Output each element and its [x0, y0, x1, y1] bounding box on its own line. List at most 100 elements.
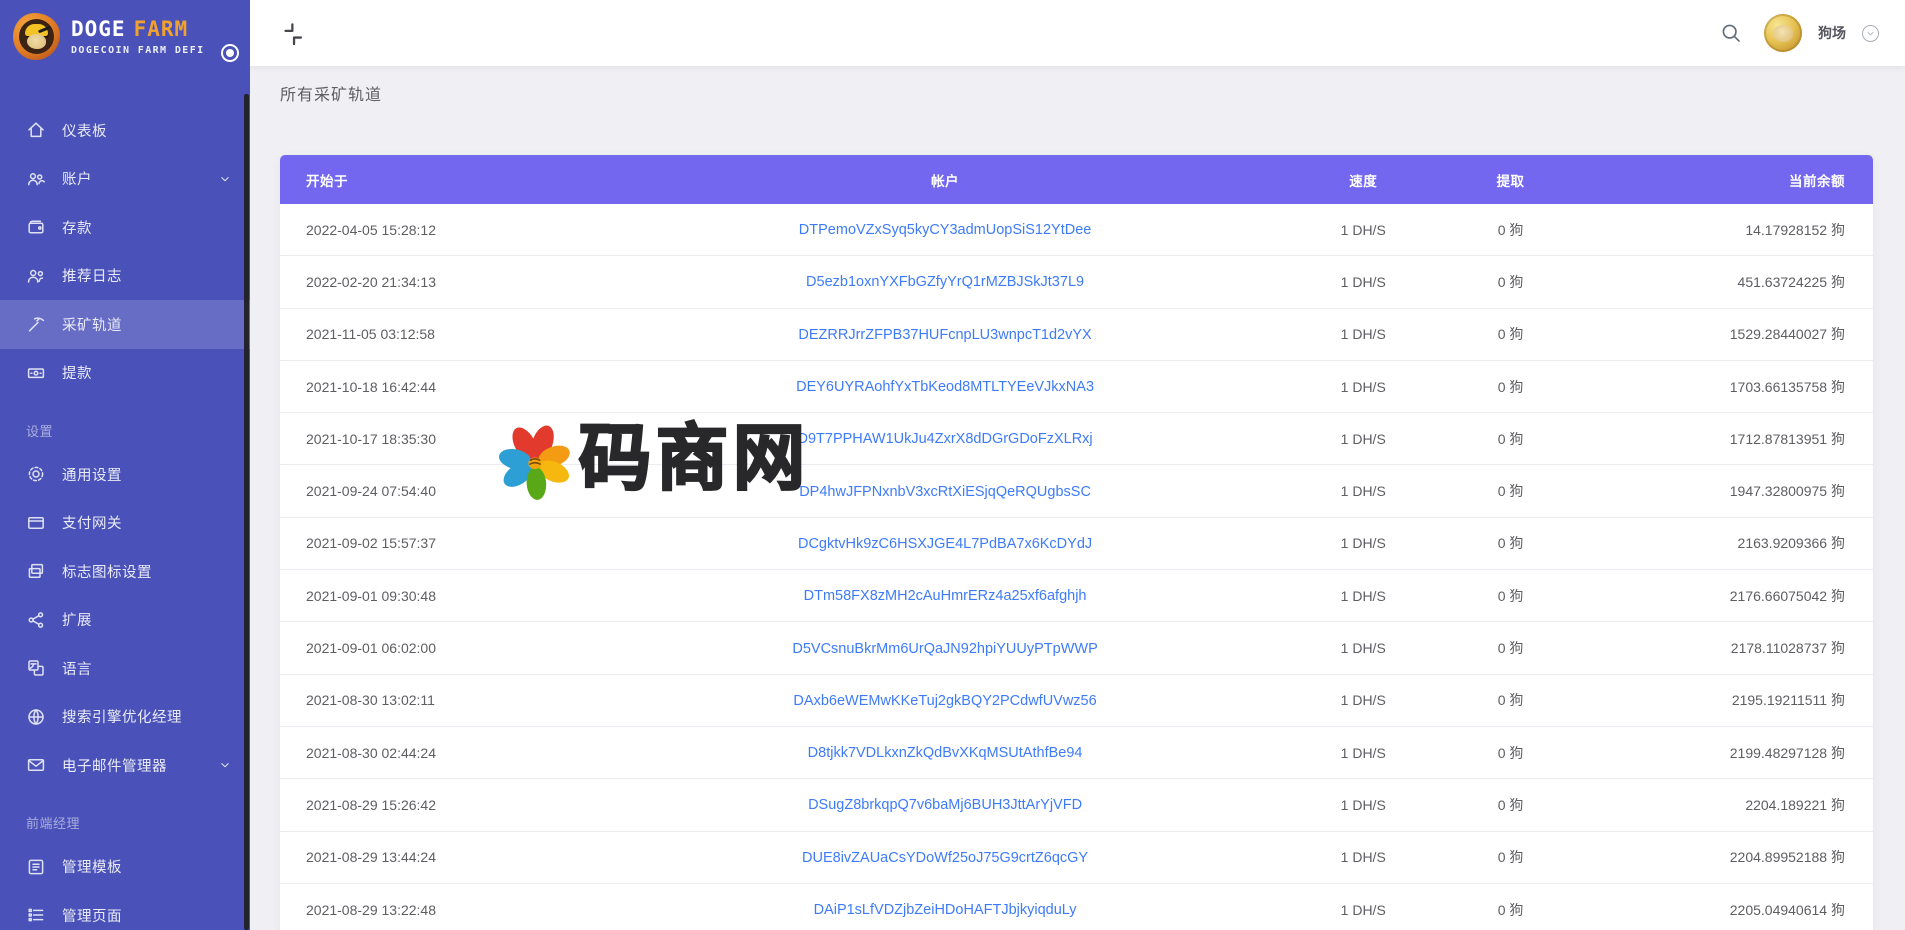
mining-tracks-table: 开始于帐户速度提取当前余额 2022-04-05 15:28:12DTPemoV… — [280, 155, 1873, 930]
account-link[interactable]: DAxb6eWEMwKKeTuj2gkBQY2PCdwfUVwz56 — [793, 693, 1096, 709]
sidebar-scrollbar[interactable] — [244, 94, 249, 930]
sidebar-item-email-manager[interactable]: 电子邮件管理器 — [0, 741, 250, 790]
cell-started-at: 2021-09-01 09:30:48 — [280, 588, 599, 604]
cell-speed: 1 DH/S — [1292, 902, 1435, 918]
cell-balance: 1529.28440027 狗 — [1586, 324, 1873, 344]
collapse-menu-icon[interactable] — [280, 21, 304, 45]
cell-speed: 1 DH/S — [1292, 431, 1435, 447]
cell-started-at: 2021-09-02 15:57:37 — [280, 535, 599, 551]
brand-subtitle: DOGECOIN FARM DEFI — [71, 45, 205, 56]
cell-balance: 2176.66075042 狗 — [1586, 586, 1873, 606]
wallet-icon — [26, 217, 46, 237]
home-icon — [26, 120, 46, 140]
cell-speed: 1 DH/S — [1292, 588, 1435, 604]
account-link[interactable]: DAiP1sLfVDZjbZeiHDoHAFTJbjkyiqduLy — [814, 902, 1077, 918]
user-menu-chevron-icon[interactable] — [1862, 25, 1879, 42]
account-link[interactable]: DTPemoVZxSyq5kyCY3admUopSiS12YtDee — [799, 222, 1092, 238]
table-row: 2021-10-18 16:42:44DEY6UYRAohfYxTbKeod8M… — [280, 361, 1873, 413]
brand-title-secondary: FARM — [134, 17, 189, 41]
column-header: 开始于 — [280, 170, 599, 190]
sidebar-item-manage-templates[interactable]: 管理模板 — [0, 843, 250, 892]
user-avatar[interactable] — [1764, 14, 1802, 52]
cell-speed: 1 DH/S — [1292, 535, 1435, 551]
globe-icon — [26, 707, 46, 727]
account-link[interactable]: D5VCsnuBkrMm6UrQaJN92hpiYUUyPTpWWP — [792, 641, 1097, 657]
table-row: 2021-09-02 15:57:37 DCgktvHk9zC6HSXJGE4L7… — [280, 518, 1873, 570]
search-icon[interactable] — [1720, 22, 1742, 44]
table-row: 2021-09-01 09:30:48 DTm58FX8zMH2cAuHmrERz… — [280, 570, 1873, 622]
table-row: 2021-09-01 06:02:00 D5VCsnuBkrMm6UrQaJN92… — [280, 622, 1873, 674]
column-header: 速度 — [1292, 170, 1435, 190]
brand-logo — [13, 13, 60, 60]
cell-balance: 2178.11028737 狗 — [1586, 638, 1873, 658]
cell-started-at: 2022-02-20 21:34:13 — [280, 274, 599, 290]
sidebar-item-accounts[interactable]: 账户 — [0, 155, 250, 204]
cell-started-at: 2021-08-30 02:44:24 — [280, 745, 599, 761]
gateway-icon — [26, 513, 46, 533]
cell-speed: 1 DH/S — [1292, 222, 1435, 238]
cell-balance: 2163.9209366 狗 — [1586, 533, 1873, 553]
brand: DOGEFARM DOGECOIN FARM DEFI — [0, 0, 250, 68]
table-row: 2021-08-29 13:44:24DUE8ivZAUaCsYDoWf25oJ… — [280, 832, 1873, 884]
cell-started-at: 2021-11-05 03:12:58 — [280, 326, 599, 342]
account-link[interactable]: D9T7PPHAW1UkJu4ZxrX8dDGrGDoFzXLRxj — [797, 431, 1092, 447]
sidebar-item-logo-icon-settings[interactable]: 标志图标设置 — [0, 547, 250, 596]
users-icon — [26, 169, 46, 189]
sidebar-item-referral-logs[interactable]: 推荐日志 — [0, 252, 250, 301]
table-row: 2021-11-05 03:12:58 DEZRRJrrZFPB37HUFcnpL… — [280, 309, 1873, 361]
cell-balance: 2199.48297128 狗 — [1586, 743, 1873, 763]
cell-balance: 1703.66135758 狗 — [1586, 377, 1873, 397]
sidebar-item-deposits[interactable]: 存款 — [0, 203, 250, 252]
cell-speed: 1 DH/S — [1292, 326, 1435, 342]
cell-withdrawn: 0 狗 — [1435, 900, 1586, 920]
cell-balance: 2195.19211511 狗 — [1586, 690, 1873, 710]
sidebar-item-language[interactable]: 语言 — [0, 644, 250, 693]
sidebar-item-general-settings[interactable]: 通用设置 — [0, 450, 250, 499]
cell-balance: 1947.32800975 狗 — [1586, 481, 1873, 501]
cell-speed: 1 DH/S — [1292, 692, 1435, 708]
account-link[interactable]: DEY6UYRAohfYxTbKeod8MTLTYEeVJkxNA3 — [796, 379, 1094, 395]
template-icon — [26, 857, 46, 877]
cell-withdrawn: 0 狗 — [1435, 377, 1586, 397]
table-row: 2021-10-17 18:35:30D9T7PPHAW1UkJu4ZxrX8d… — [280, 413, 1873, 465]
cell-speed: 1 DH/S — [1292, 274, 1435, 290]
cell-balance: 1712.87813951 狗 — [1586, 429, 1873, 449]
sidebar-item-extensions[interactable]: 扩展 — [0, 596, 250, 645]
account-link[interactable]: D8tjkk7VDLkxnZkQdBvXKqMSUtAthfBe94 — [808, 745, 1083, 761]
table-body: 2022-04-05 15:28:12DTPemoVZxSyq5kyCY3adm… — [280, 204, 1873, 930]
cell-speed: 1 DH/S — [1292, 640, 1435, 656]
account-link[interactable]: DEZRRJrrZFPB37HUFcnpLU3wnpcT1d2vYX — [798, 327, 1091, 343]
username: 狗场 — [1818, 23, 1846, 43]
cell-speed: 1 DH/S — [1292, 745, 1435, 761]
account-link[interactable]: DP4hwJFPNxnbV3xcRtXiESjqQeRQUgbsSC — [799, 484, 1091, 500]
table-row: 2021-08-30 13:02:11DAxb6eWEMwKKeTuj2gkBQ… — [280, 675, 1873, 727]
column-header: 当前余额 — [1586, 170, 1873, 190]
main-area: 狗场 所有采矿轨道 开始于帐户速度提取当前余额 2022-04-05 15:28… — [250, 0, 1905, 930]
cell-started-at: 2021-08-29 15:26:42 — [280, 797, 599, 813]
cell-speed: 1 DH/S — [1292, 849, 1435, 865]
sidebar-pin-toggle[interactable] — [221, 44, 239, 62]
sidebar-section-label: 设置 — [0, 410, 250, 450]
cell-withdrawn: 0 狗 — [1435, 743, 1586, 763]
sidebar-item-manage-pages[interactable]: 管理页面 — [0, 891, 250, 930]
cell-started-at: 2021-09-01 06:02:00 — [280, 640, 599, 656]
cell-withdrawn: 0 狗 — [1435, 324, 1586, 344]
sidebar-item-seo-manager[interactable]: 搜索引擎优化经理 — [0, 693, 250, 742]
account-link[interactable]: DUE8ivZAUaCsYDoWf25oJ75G9crtZ6qcGY — [802, 850, 1088, 866]
cell-withdrawn: 0 狗 — [1435, 272, 1586, 292]
cell-withdrawn: 0 狗 — [1435, 847, 1586, 867]
sidebar-item-withdrawals[interactable]: 提款 — [0, 349, 250, 398]
cell-withdrawn: 0 狗 — [1435, 429, 1586, 449]
sidebar-item-payment-gateways[interactable]: 支付网关 — [0, 499, 250, 548]
chevron-down-icon — [218, 758, 232, 772]
table-row: 2021-09-24 07:54:40DP4hwJFPNxnbV3xcRtXiE… — [280, 465, 1873, 517]
envelope-icon — [26, 755, 46, 775]
account-link[interactable]: DTm58FX8zMH2cAuHmrERz4a25xf6afghjh — [804, 588, 1087, 604]
account-link[interactable]: D5ezb1oxnYXFbGZfyYrQ1rMZBJSkJt37L9 — [806, 274, 1084, 290]
table-header: 开始于帐户速度提取当前余额 — [280, 155, 1873, 204]
sidebar-item-dashboard[interactable]: 仪表板 — [0, 106, 250, 155]
cell-speed: 1 DH/S — [1292, 483, 1435, 499]
account-link[interactable]: DCgktvHk9zC6HSXJGE4L7PdBA7x6KcDYdJ — [798, 536, 1092, 552]
account-link[interactable]: DSugZ8brkqpQ7v6baMj6BUH3JttArYjVFD — [808, 797, 1082, 813]
sidebar-item-mining-tracks[interactable]: 采矿轨道 — [0, 300, 250, 349]
